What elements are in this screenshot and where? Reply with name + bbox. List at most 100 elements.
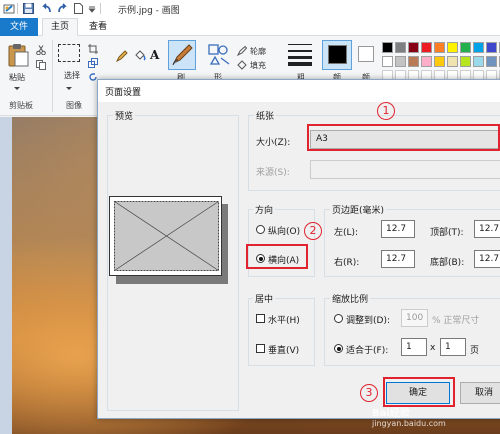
color1-swatch [328,45,347,64]
fit-page-unit-label: 页 [470,346,480,356]
palette-color-swatch[interactable] [408,56,419,67]
margin-bottom-input[interactable]: 12.7 [474,250,500,268]
outline-label[interactable]: 轮廓 [250,46,266,57]
cancel-button[interactable]: 取消 [460,382,500,404]
tab-view[interactable]: 查看 [82,18,114,36]
chevron-down-icon[interactable] [14,84,20,94]
palette-color-swatch[interactable] [395,42,406,53]
fit-to-radio[interactable] [334,344,343,353]
paper-label: 纸张 [254,109,277,122]
canvas-gutter [0,117,12,434]
dialog-title: 页面设置 [105,88,142,98]
palette-color-swatch[interactable] [434,42,445,53]
portrait-radio[interactable] [256,225,265,234]
size-icon[interactable] [288,42,312,69]
chevron-down-icon[interactable] [66,84,72,94]
color1-button[interactable] [322,40,352,70]
resize-icon[interactable] [88,58,98,71]
palette-color-swatch[interactable] [486,42,497,53]
preview-label: 预览 [113,109,136,122]
paint-app-icon [3,3,15,14]
customize-quick-access-icon[interactable] [88,5,96,16]
redo-icon[interactable] [57,3,68,14]
palette-color-swatch[interactable] [434,56,445,67]
annotation-box-ok [383,377,455,407]
copy-icon[interactable] [36,60,46,73]
watermark: Bai经验 jingyan.baidu.com [372,404,446,428]
annotation-box-paper-size [307,124,500,151]
palette-color-swatch[interactable] [447,56,458,67]
title-bar: 示例.jpg - 画图 [0,0,500,18]
annotation-step-1: 1 [377,102,395,120]
shapes-icon[interactable] [208,44,230,69]
text-tool-icon[interactable]: A [150,48,159,62]
margin-top-label: 顶部(T): [430,228,464,238]
brushes-button[interactable] [168,40,196,70]
fill-label[interactable]: 填充 [250,60,266,71]
annotation-step-3: 3 [360,384,378,402]
paper-size-label: 大小(Z): [256,138,291,148]
palette-color-swatch[interactable] [460,42,471,53]
crop-icon[interactable] [88,44,98,57]
palette-color-swatch[interactable] [382,56,393,67]
color2-swatch[interactable] [358,46,374,62]
fit-pages-tall-input[interactable]: 1 [440,338,466,356]
palette-color-swatch[interactable] [395,56,406,67]
adjust-to-label[interactable]: 调整到(D): [346,313,390,326]
palette-color-swatch[interactable] [408,42,419,53]
divider [17,3,18,14]
divider [100,3,101,14]
center-horizontal-label[interactable]: 水平(H) [268,313,300,326]
watermark-logo: Bai经验 [372,408,410,419]
palette-color-swatch[interactable] [421,56,432,67]
adjust-to-radio[interactable] [334,314,343,323]
margin-bottom-label: 底部(B): [430,258,465,268]
center-horizontal-checkbox[interactable] [256,314,265,323]
save-icon[interactable] [23,3,34,14]
annotation-box-landscape [246,244,308,269]
scaling-label: 缩放比例 [330,292,371,305]
annotation-step-2: 2 [304,222,322,240]
new-document-icon[interactable] [73,3,84,14]
palette-color-swatch[interactable] [421,42,432,53]
fill-icon[interactable] [237,60,247,73]
portrait-label[interactable]: 纵向(O) [268,224,300,237]
window-title: 示例.jpg - 画图 [118,6,180,16]
fit-times-label: x [430,343,436,353]
undo-icon[interactable] [41,3,52,14]
watermark-url: jingyan.baidu.com [372,419,446,428]
margin-top-input[interactable]: 12.7 [474,220,500,238]
fill-bucket-icon[interactable] [134,50,146,65]
palette-color-swatch[interactable] [460,56,471,67]
margin-right-label: 右(R): [334,258,360,268]
orientation-label: 方向 [253,203,276,216]
palette-color-swatch[interactable] [382,42,393,53]
margin-right-input[interactable]: 12.7 [381,250,415,268]
select-button-label[interactable]: 选择 [64,70,80,81]
palette-color-swatch[interactable] [447,42,458,53]
margins-label: 页边距(毫米) [330,203,387,216]
cut-icon[interactable] [36,45,46,58]
pencil-icon[interactable] [115,50,128,65]
divider [52,40,53,112]
outline-icon[interactable] [236,45,248,59]
paste-icon[interactable] [6,42,30,71]
palette-color-swatch[interactable] [486,56,497,67]
palette-color-swatch[interactable] [473,42,484,53]
preview-page [109,196,222,276]
center-vertical-label[interactable]: 垂直(V) [268,343,299,356]
fit-to-label[interactable]: 适合于(F): [346,343,388,356]
adjust-to-input: 100 [401,309,428,327]
paper-source-label: 来源(S): [256,168,290,178]
tab-file[interactable]: 文件 [0,18,38,36]
group-label-image: 图像 [66,101,82,110]
paper-source-select [310,160,500,179]
select-icon[interactable] [58,44,80,62]
centering-label: 居中 [253,292,276,305]
tab-home[interactable]: 主页 [42,18,78,37]
margin-left-input[interactable]: 12.7 [381,220,415,238]
palette-color-swatch[interactable] [473,56,484,67]
center-vertical-checkbox[interactable] [256,344,265,353]
paste-button-label[interactable]: 粘贴 [9,72,25,83]
fit-pages-wide-input[interactable]: 1 [401,338,427,356]
